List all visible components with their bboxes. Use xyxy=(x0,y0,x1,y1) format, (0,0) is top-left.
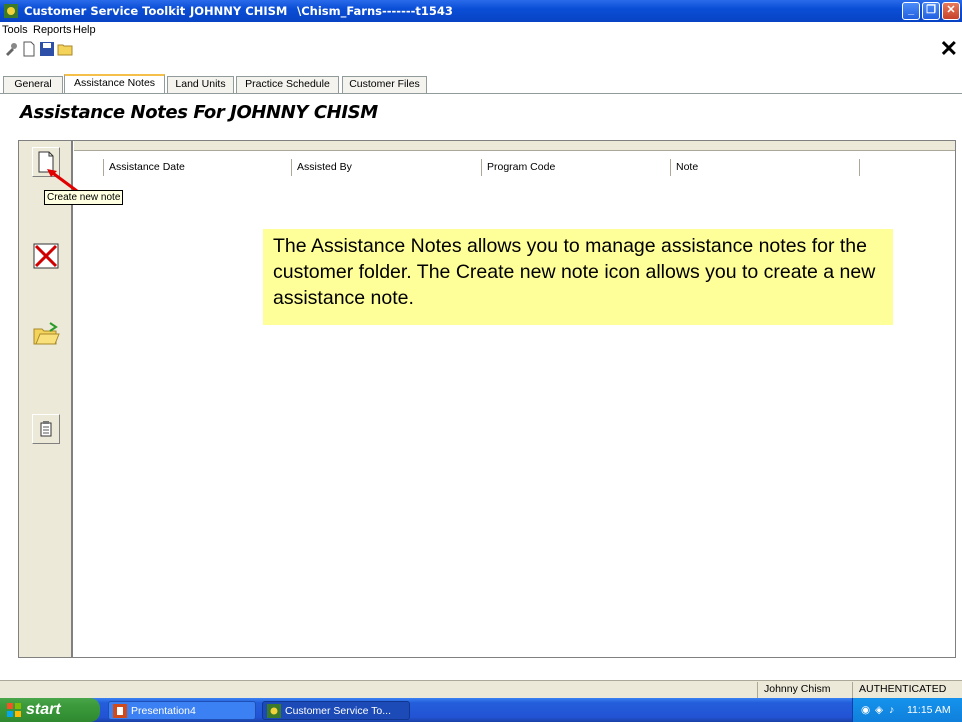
tray-shield-icon[interactable]: ◈ xyxy=(875,698,883,722)
instruction-callout: The Assistance Notes allows you to manag… xyxy=(263,229,893,325)
task-customer-service-label: Customer Service To... xyxy=(285,705,392,717)
title-bar: Customer Service Toolkit JOHNNY CHISM \C… xyxy=(0,0,962,22)
col-assistance-date[interactable]: Assistance Date xyxy=(104,159,292,176)
report-clipboard-button[interactable] xyxy=(32,414,60,444)
menu-tools[interactable]: Tools xyxy=(2,24,28,36)
tray-volume-icon[interactable]: ♪ xyxy=(889,698,894,722)
tab-land-units[interactable]: Land Units xyxy=(167,76,234,93)
tray-network-icon[interactable]: ◉ xyxy=(861,698,870,722)
save-icon[interactable] xyxy=(39,41,55,57)
toolkit-app-icon xyxy=(267,704,281,718)
tab-general[interactable]: General xyxy=(3,76,63,93)
window-customer-name: JOHNNY CHISM xyxy=(190,4,288,18)
col-program-code[interactable]: Program Code xyxy=(482,159,671,176)
window-folder-path: \Chism_Farns-------t1543 xyxy=(297,4,453,18)
tab-divider xyxy=(0,93,962,94)
col-assisted-by[interactable]: Assisted By xyxy=(292,159,482,176)
minimize-button[interactable]: _ xyxy=(902,2,920,20)
task-presentation4-label: Presentation4 xyxy=(131,705,196,717)
menu-help[interactable]: Help xyxy=(73,24,96,36)
windows-logo-icon xyxy=(7,703,21,717)
page-title: Assistance Notes For JOHNNY CHISM xyxy=(20,102,378,123)
start-button[interactable]: start xyxy=(0,698,100,722)
tools-icon[interactable] xyxy=(3,41,19,57)
tab-assistance-notes[interactable]: Assistance Notes xyxy=(64,74,165,94)
status-auth: AUTHENTICATED xyxy=(852,682,962,698)
close-folder-icon[interactable]: ✕ xyxy=(940,36,958,62)
window-app-name: Customer Service Toolkit xyxy=(24,4,186,18)
open-note-folder-icon[interactable] xyxy=(32,319,60,349)
menu-bar: Tools Reports Help xyxy=(0,22,962,38)
tab-customer-files[interactable]: Customer Files xyxy=(342,76,427,93)
action-sidebar xyxy=(19,141,73,657)
taskbar: start Presentation4 Customer Service To.… xyxy=(0,698,962,722)
status-user: Johnny Chism xyxy=(757,682,849,698)
clock: 11:15 AM xyxy=(907,704,951,716)
restore-button[interactable]: ❐ xyxy=(922,2,940,20)
new-document-icon[interactable] xyxy=(21,41,37,57)
task-presentation4[interactable]: Presentation4 xyxy=(108,701,256,720)
close-window-button[interactable]: ✕ xyxy=(942,2,960,20)
open-folder-icon[interactable] xyxy=(57,41,73,57)
col-note[interactable]: Note xyxy=(671,159,860,176)
create-note-tooltip: Create new note xyxy=(44,190,124,205)
panel-top-bar xyxy=(74,141,955,151)
system-tray: ◉ ◈ ♪ 11:15 AM xyxy=(852,698,962,722)
tab-practice-schedule[interactable]: Practice Schedule xyxy=(236,76,339,93)
status-bar: Johnny Chism AUTHENTICATED xyxy=(0,680,962,698)
task-customer-service[interactable]: Customer Service To... xyxy=(262,701,410,720)
powerpoint-icon xyxy=(113,704,127,718)
delete-note-icon[interactable] xyxy=(32,241,60,271)
start-label: start xyxy=(26,701,61,718)
app-icon xyxy=(4,4,18,18)
notes-panel: Assistance Date Assisted By Program Code… xyxy=(18,140,956,658)
toolbar: ✕ xyxy=(0,36,962,62)
menu-reports[interactable]: Reports xyxy=(33,24,72,36)
